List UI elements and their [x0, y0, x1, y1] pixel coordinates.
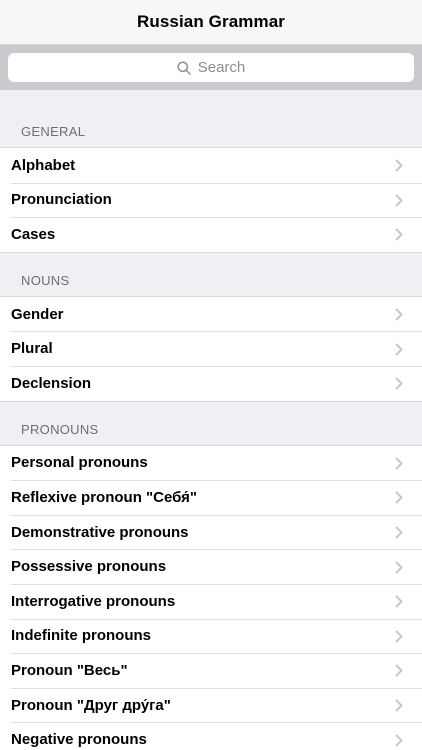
list-item-cases[interactable]: Cases [0, 217, 422, 252]
list-item-pronunciation[interactable]: Pronunciation [0, 182, 422, 218]
search-placeholder: Search [197, 59, 246, 76]
list-item-label: Reflexive pronoun "Себя́" [11, 488, 198, 506]
list-item-personal-pronouns[interactable]: Personal pronouns [0, 446, 422, 481]
list-item-label: Pronoun "Друг дру́га" [11, 696, 171, 714]
chevron-right-icon [395, 595, 403, 608]
chevron-right-icon [395, 560, 403, 574]
list-item-pronoun-ves[interactable]: Pronoun "Весь" [0, 653, 422, 688]
list-item-label: Demonstrative pronouns [11, 523, 189, 541]
list-item-label: Pronoun "Весь" [11, 661, 128, 679]
list-item-demonstrative-pronouns[interactable]: Demonstrative pronouns [0, 514, 422, 550]
navigation-bar: Russian Grammar [0, 0, 422, 45]
list-item-label: Declension [11, 374, 92, 392]
search-icon [177, 60, 191, 75]
list-item-label: Indefinite pronouns [11, 627, 151, 645]
list-item-label: Alphabet [11, 156, 76, 174]
chevron-right-icon [395, 308, 403, 321]
list-item-alphabet[interactable]: Alphabet [0, 148, 422, 183]
list-item-label: Gender [11, 305, 64, 323]
chevron-right-icon [395, 159, 403, 173]
list-item-label: Plural [11, 340, 53, 358]
list-nouns: Gender Plural Declension [0, 295, 422, 402]
chevron-right-icon [395, 699, 403, 712]
list-item-reflexive-pronoun[interactable]: Reflexive pronoun "Себя́" [0, 480, 422, 515]
list-item-negative-pronouns[interactable]: Negative pronouns [0, 722, 422, 750]
chevron-right-icon [395, 194, 403, 207]
list-item-label: Cases [11, 225, 56, 243]
list-item-indefinite-pronouns[interactable]: Indefinite pronouns [0, 618, 422, 654]
chevron-right-icon [395, 491, 403, 505]
section-header-general: GENERAL [21, 124, 86, 139]
list-pronouns: Personal pronouns Reflexive pronoun "Себ… [0, 444, 422, 750]
chevron-right-icon [395, 342, 403, 356]
section-header-pronouns: PRONOUNS [21, 421, 99, 437]
chevron-right-icon [395, 664, 403, 678]
chevron-right-icon [395, 630, 403, 643]
section-header-nouns: NOUNS [21, 272, 70, 288]
page-title: Russian Grammar [137, 12, 285, 31]
list-general: Alphabet Pronunciation Cases [0, 147, 422, 253]
chevron-right-icon [395, 228, 403, 242]
list-item-label: Negative pronouns [11, 731, 147, 749]
list-item-possessive-pronouns[interactable]: Possessive pronouns [0, 549, 422, 584]
list-item-label: Interrogative pronouns [11, 592, 176, 610]
chevron-right-icon [395, 377, 403, 390]
chevron-right-icon [395, 733, 403, 747]
list-item-plural[interactable]: Plural [0, 331, 422, 366]
search-input[interactable]: Search [8, 53, 414, 82]
search-bar: Search [0, 45, 422, 90]
list-item-interrogative-pronouns[interactable]: Interrogative pronouns [0, 583, 422, 619]
list-item-gender[interactable]: Gender [0, 297, 422, 332]
list-item-declension[interactable]: Declension [0, 365, 422, 401]
list-item-pronoun-drug-druga[interactable]: Pronoun "Друг дру́га" [0, 687, 422, 723]
list-item-label: Pronunciation [11, 191, 112, 209]
list-item-label: Personal pronouns [11, 454, 148, 472]
chevron-right-icon [395, 457, 403, 470]
chevron-right-icon [395, 526, 403, 539]
list-item-label: Possessive pronouns [11, 558, 167, 576]
